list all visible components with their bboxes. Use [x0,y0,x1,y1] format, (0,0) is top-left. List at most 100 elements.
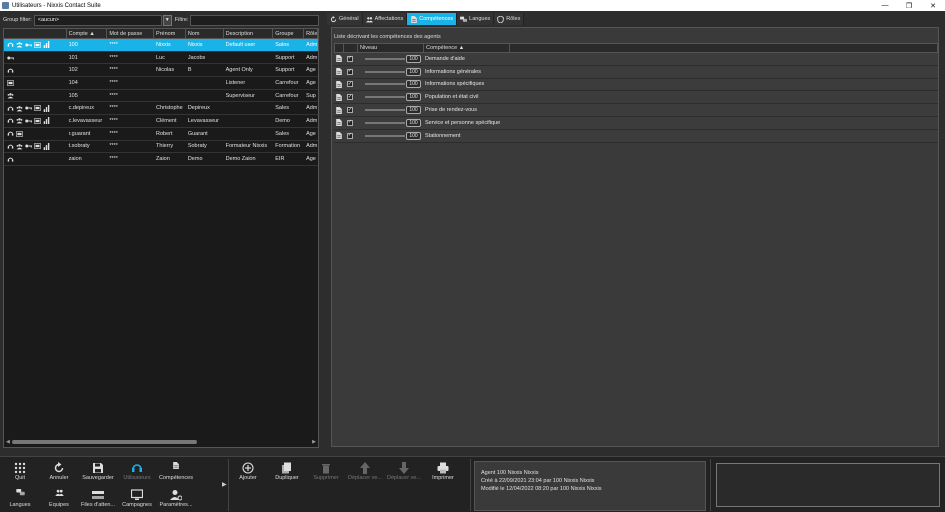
table-row[interactable]: c.levavasseur **** Clément Levavasseur Demo A… [4,115,318,128]
compétences-button[interactable]: Compétences [154,459,198,481]
quit-button[interactable]: Quit [0,459,42,481]
competence-checkbox[interactable]: ✓ [347,107,353,114]
supprimer-button[interactable]: Supprimer [304,459,348,481]
keyboard-icon [34,105,41,112]
tab-affectations[interactable]: Affectations [362,13,408,25]
paramètres-button[interactable]: Paramètres... [154,486,198,508]
level-value[interactable]: 100 [406,131,421,140]
row-check-cell: ✓ [343,68,357,75]
cell-prenom: Robert [156,130,173,137]
table-row[interactable]: 101 **** Luc Jacobs Support Adm [4,52,318,65]
cell-prenom: Clément [156,117,177,124]
table-row[interactable]: 102 **** Nicolas B Agent Only Support Age [4,64,318,78]
level-slider[interactable] [365,83,405,86]
col-role[interactable]: Rôle [304,29,318,38]
dupliquer-button[interactable]: Dupliquer [265,459,309,481]
table-row[interactable]: zaion **** Zaion Demo Demo Zaion EIR Age [4,153,318,166]
campagnes-button[interactable]: Campagnes [115,486,159,508]
sauvegarder-button[interactable]: Sauvegarder [76,459,120,481]
col-mdp[interactable]: Mot de passe [107,29,155,38]
tab-roles[interactable]: Rôles [494,13,525,25]
col-groupe[interactable]: Groupe [273,29,305,38]
competence-checkbox[interactable]: ✓ [347,132,353,139]
utilisateurs-button[interactable]: Utilisateurs [115,459,159,481]
level-value[interactable]: 100 [406,118,421,127]
list-item[interactable]: ✓ 100 Population et état civil [334,91,938,105]
level-value[interactable]: 100 [406,54,421,63]
table-row[interactable]: 100 **** Nixxis Nixxis Default user Sales Adm [4,39,318,52]
competence-checkbox[interactable]: ✓ [347,119,353,126]
col-icons[interactable] [4,29,67,38]
col-compte[interactable]: Compte ▲ [67,29,108,38]
list-item[interactable]: ✓ 100 Service et personne spécifique [334,116,938,130]
ajouter-button[interactable]: Ajouter [226,459,270,481]
headset-icon [7,41,14,48]
list-item[interactable]: ✓ 100 Prise de rendez-vous [334,104,938,117]
tab-langues[interactable]: Langues [457,13,495,25]
competence-checkbox[interactable]: ✓ [347,81,353,88]
competences-table[interactable]: Niveau Compétence ▲ ✓ 100 Demande d'aide ✓ 1… [334,43,938,143]
supervisor-icon [7,92,14,99]
chevron-down-icon[interactable]: ▼ [162,14,172,26]
tab-general[interactable]: Général [327,13,363,25]
list-item[interactable]: ✓ 100 Informations spécifiques [334,78,938,92]
annuler-button[interactable]: Annuler [37,459,81,481]
competence-checkbox[interactable]: ✓ [347,94,353,101]
restore-icon[interactable]: ❐ [897,0,921,11]
col-prenom[interactable]: Prénom [154,29,186,38]
table-row[interactable]: 105 **** Superviseur Carrefour Sup [4,90,318,103]
scroll-right-icon[interactable]: ▶ [312,439,316,445]
document-icon [335,119,342,127]
cell-nom: Depireux [187,105,210,112]
level-value[interactable]: 100 [406,93,421,102]
competence-name: Informations spécifiques [425,81,485,88]
level-slider[interactable] [365,109,405,112]
tool-label: Campagnes [122,502,152,508]
langues-button[interactable]: Langues [0,486,42,508]
tab-label: Compétences [419,16,454,22]
close-icon[interactable]: ✕ [921,0,945,11]
level-slider[interactable] [365,57,405,60]
table-row[interactable]: r.guarant **** Robert Guarant Sales Age [4,128,318,141]
shield-icon [497,15,504,23]
col-nom[interactable]: Nom [186,29,224,38]
col-description[interactable]: Description [224,29,274,38]
col-competence[interactable]: Compétence ▲ [424,44,510,52]
filter-input[interactable] [190,14,319,26]
déplacer-ve-button[interactable]: Déplacer ve... [382,459,426,481]
list-item[interactable]: ✓ 100 Stationnement [334,129,938,143]
table-row[interactable]: 104 **** Listener Carrefour Age [4,77,318,90]
competence-checkbox[interactable]: ✓ [347,55,353,62]
list-item[interactable]: ✓ 100 Demande d'aide [334,53,938,66]
scroll-left-icon[interactable]: ◀ [6,439,10,445]
tab-competences[interactable]: Compétences [407,13,458,25]
detail-tabs: Général Affectations Compétences Langues Rôl… [327,13,525,25]
déplacer-ve-button[interactable]: Déplacer ve... [343,459,387,481]
equipes-button[interactable]: Equipes [37,486,81,508]
imprimer-button[interactable]: Imprimer [421,459,465,481]
level-slider[interactable] [365,134,405,137]
level-slider[interactable] [365,96,405,99]
table-row[interactable]: c.depireux **** Christophe Depireux Sales Adm [4,102,318,116]
level-value[interactable]: 100 [406,67,421,76]
users-grid[interactable]: Compte ▲ Mot de passe Prénom Nom Descrip… [3,28,319,448]
group-filter-combo[interactable]: <aucun> [33,14,162,26]
col-comp-icon [335,44,344,52]
files-d-atten-button[interactable]: Files d'atten... [76,486,120,508]
horizontal-scrollbar[interactable] [12,440,197,444]
supervisor-icon [16,117,23,124]
competence-checkbox[interactable]: ✓ [347,68,353,75]
level-value[interactable]: 100 [406,80,421,89]
level-slider[interactable] [365,121,405,124]
level-slider[interactable] [365,70,405,73]
level-value[interactable]: 100 [406,106,421,115]
headset-icon [7,130,14,137]
expand-arrow-icon[interactable]: ▶ [222,481,227,488]
minimize-icon[interactable]: — [873,0,897,11]
col-niveau[interactable]: Niveau [358,44,424,52]
table-row[interactable]: t.sobraty **** Thierry Sobraty Formateur Nix… [4,141,318,154]
list-item[interactable]: ✓ 100 Informations générales [334,65,938,79]
key-icon [25,143,32,150]
cell-desc: Listener [225,79,246,86]
keyboard-icon [34,117,41,124]
